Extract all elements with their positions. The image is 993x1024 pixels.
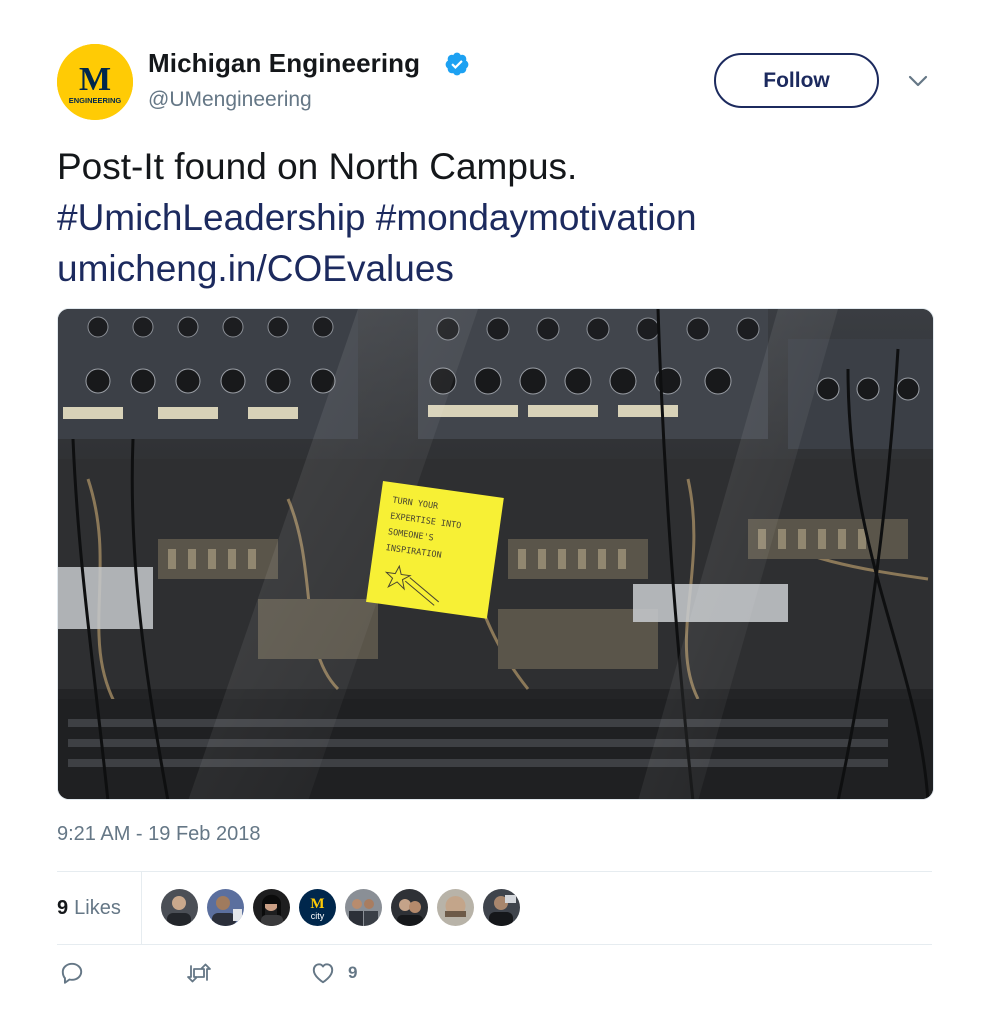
account-avatar[interactable]: M ENGINEERING bbox=[57, 44, 133, 120]
verified-badge-icon bbox=[445, 52, 469, 76]
reply-button[interactable] bbox=[59, 960, 85, 986]
liker-avatar[interactable] bbox=[207, 889, 244, 926]
computer-panel-photo: TURN YOUR EXPERTISE INTO SOMEONE'S INSPI… bbox=[58, 309, 933, 799]
mcity-text: city bbox=[311, 911, 325, 921]
mcity-letter: M bbox=[310, 896, 324, 912]
likes-label: Likes bbox=[74, 896, 121, 919]
retweet-icon bbox=[187, 963, 211, 983]
svg-text:ENGINEERING: ENGINEERING bbox=[69, 96, 122, 105]
account-handle[interactable]: @UMengineering bbox=[148, 88, 312, 112]
likes-stat[interactable]: 9 Likes bbox=[57, 872, 121, 944]
liker-avatar[interactable] bbox=[483, 889, 520, 926]
tweet-card: M ENGINEERING Michigan Engineering @UMen… bbox=[0, 0, 993, 1024]
liker-avatar[interactable] bbox=[253, 889, 290, 926]
liker-avatar[interactable] bbox=[391, 889, 428, 926]
sticky-note: TURN YOUR EXPERTISE INTO SOMEONE'S INSPI… bbox=[366, 481, 504, 619]
tweet-hashtags[interactable]: #UmichLeadership #mondaymotivation bbox=[57, 192, 957, 243]
tweet-link[interactable]: umicheng.in/COEvalues bbox=[57, 243, 957, 294]
like-button[interactable]: 9 bbox=[310, 960, 357, 986]
liker-avatars: M city bbox=[161, 889, 529, 926]
liker-avatar-mcity[interactable]: M city bbox=[299, 889, 336, 926]
heart-icon bbox=[312, 963, 334, 984]
stats-vertical-divider bbox=[141, 872, 142, 944]
tweet-timestamp[interactable]: 9:21 AM - 19 Feb 2018 bbox=[57, 823, 260, 846]
liker-avatar[interactable] bbox=[161, 889, 198, 926]
liker-avatar[interactable] bbox=[437, 889, 474, 926]
tweet-body: Post-It found on North Campus. bbox=[57, 146, 578, 187]
michigan-engineering-logo: M ENGINEERING bbox=[57, 44, 133, 120]
reply-icon bbox=[61, 962, 83, 984]
like-count: 9 bbox=[348, 963, 358, 982]
chevron-down-icon[interactable] bbox=[905, 70, 931, 92]
tweet-text: Post-It found on North Campus. #UmichLea… bbox=[57, 141, 957, 294]
liker-avatar[interactable] bbox=[345, 889, 382, 926]
retweet-button[interactable] bbox=[185, 960, 213, 986]
stats-bottom-divider bbox=[57, 944, 932, 945]
svg-text:M: M bbox=[79, 61, 111, 98]
stats-top-divider bbox=[57, 871, 932, 872]
follow-button[interactable]: Follow bbox=[714, 53, 879, 108]
likes-count: 9 bbox=[57, 896, 69, 919]
account-name[interactable]: Michigan Engineering bbox=[148, 48, 420, 79]
tweet-photo[interactable]: TURN YOUR EXPERTISE INTO SOMEONE'S INSPI… bbox=[57, 308, 934, 800]
